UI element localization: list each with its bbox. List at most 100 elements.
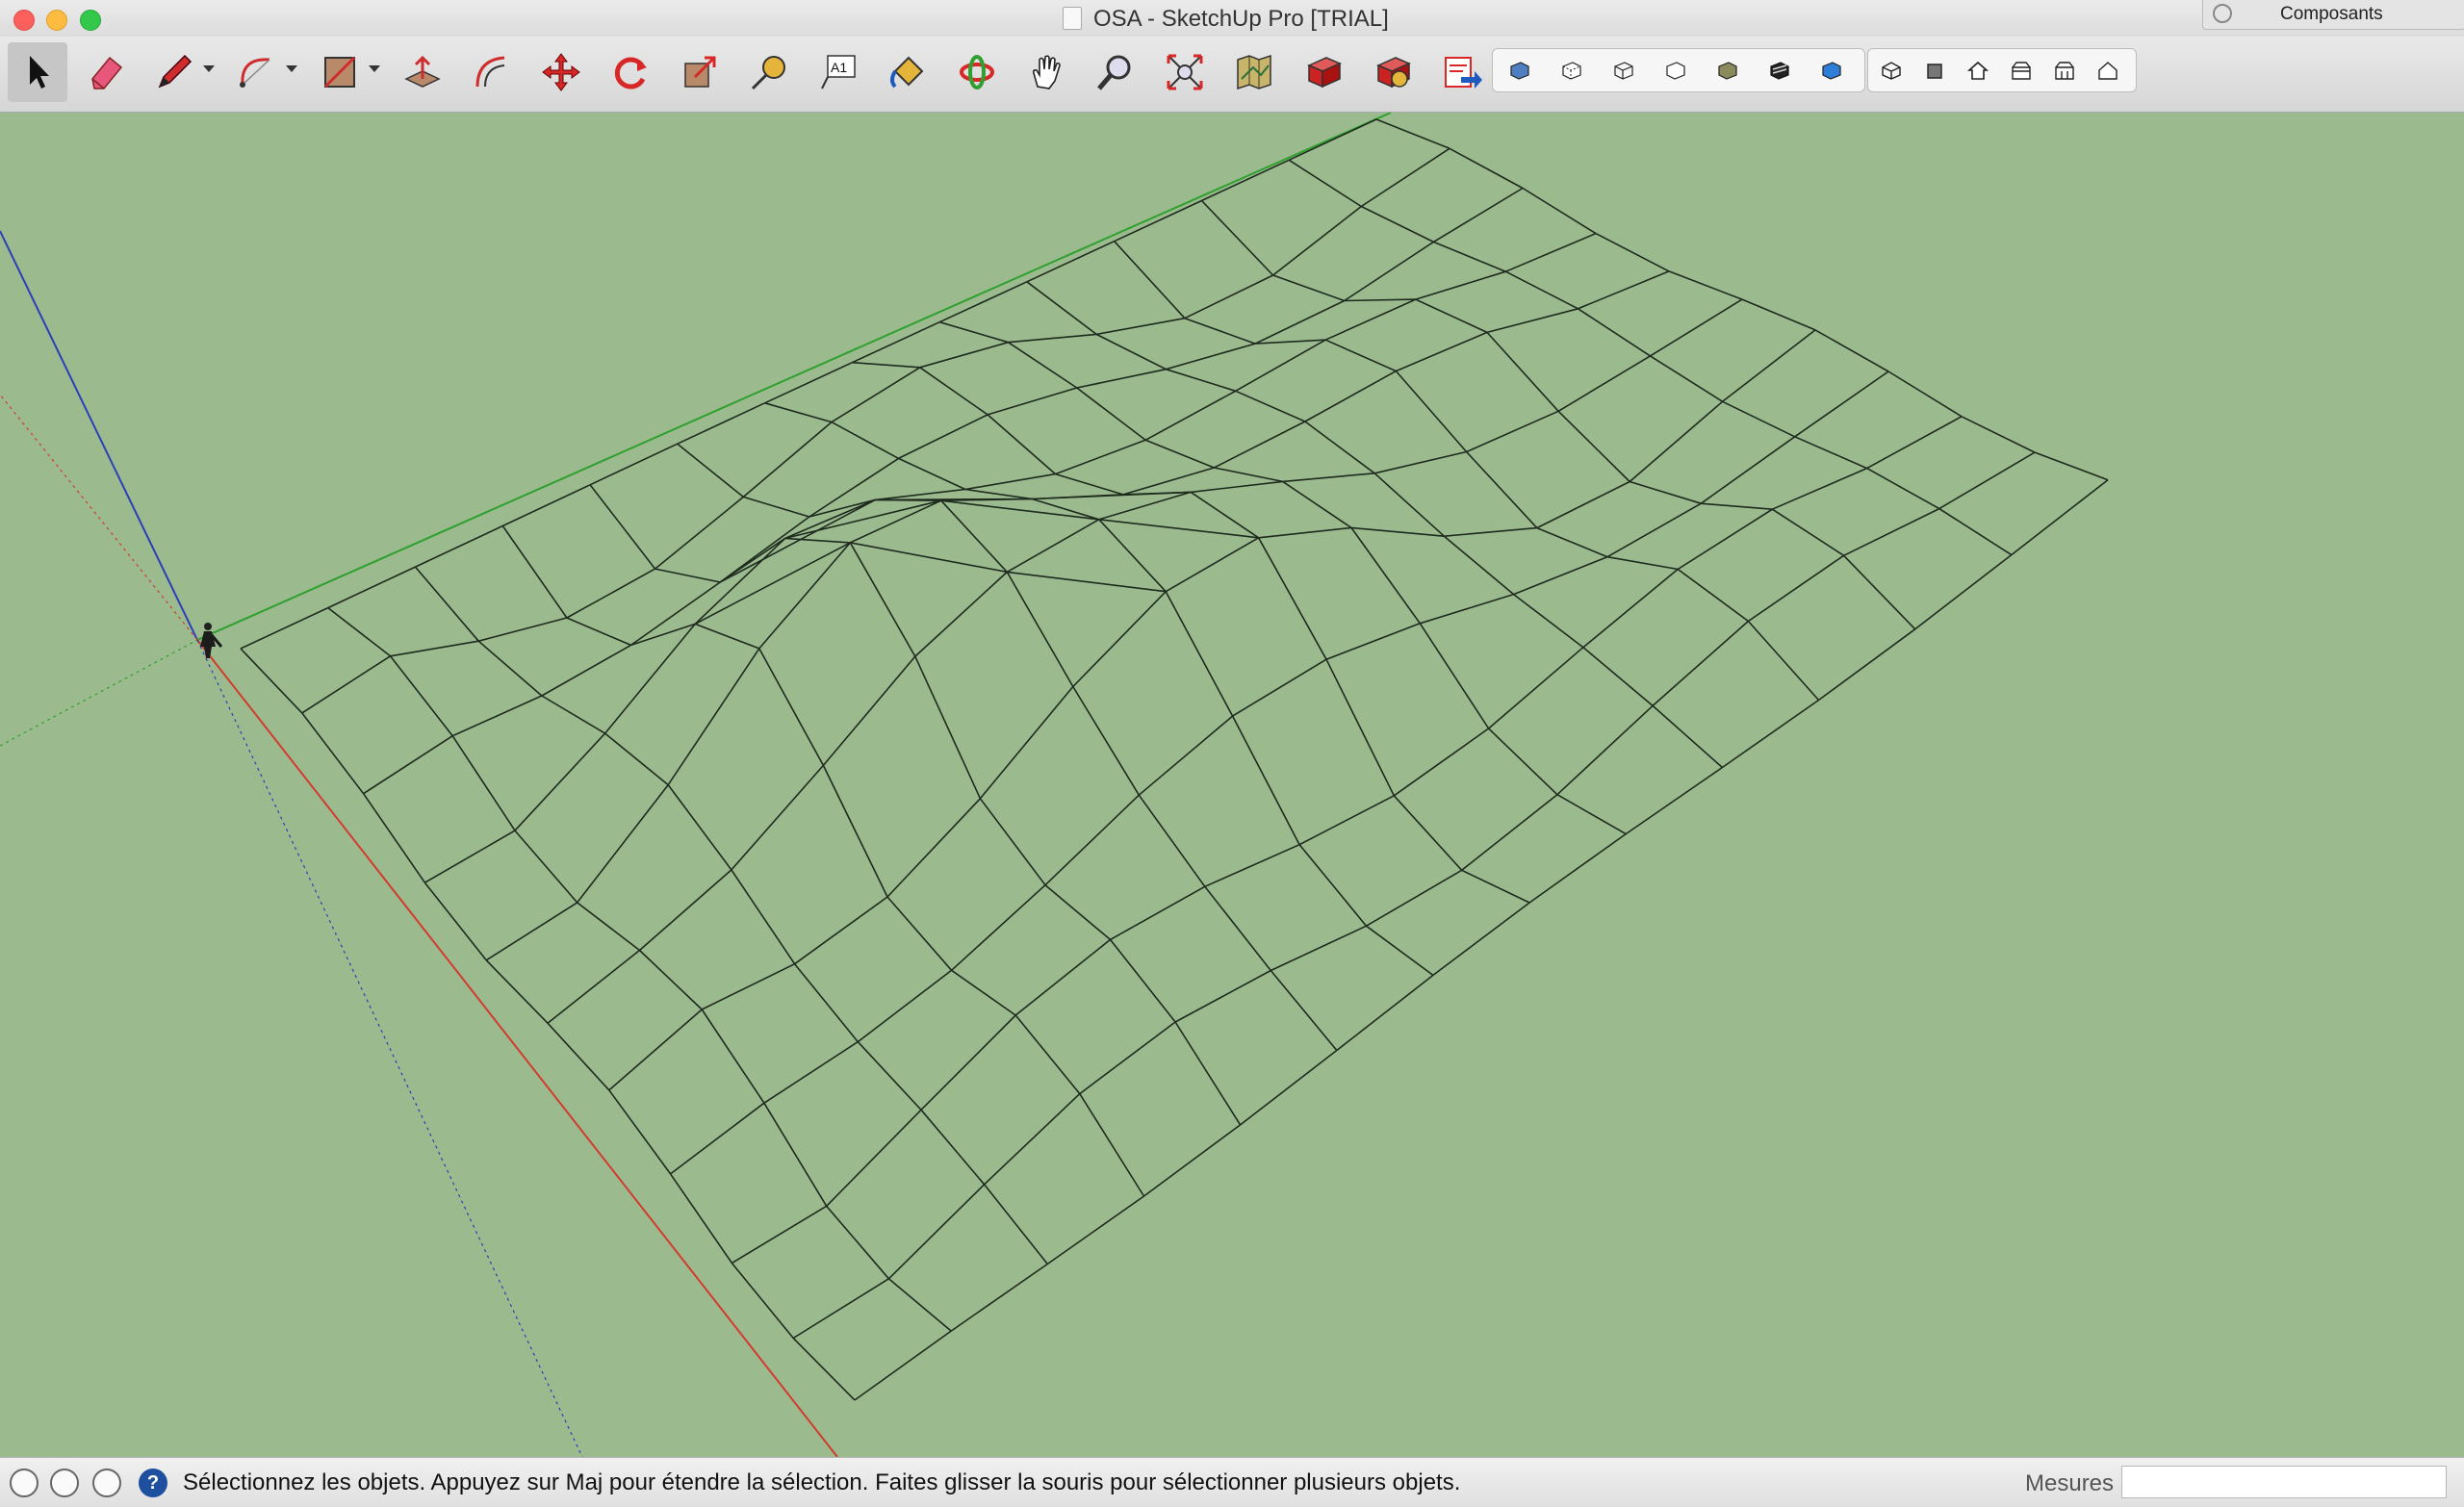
eraser-tool-button[interactable] bbox=[77, 42, 137, 102]
offset-tool-button[interactable] bbox=[462, 42, 522, 102]
paint-bucket-icon bbox=[890, 56, 924, 89]
mesh-edge bbox=[1257, 537, 1327, 660]
add-location-tool-button[interactable] bbox=[1224, 42, 1284, 102]
mesh-edge bbox=[1138, 794, 1206, 887]
mesh-edge bbox=[327, 606, 391, 657]
styles-toolbar bbox=[1492, 48, 1865, 92]
3d-warehouse-tool-button[interactable] bbox=[1294, 42, 1353, 102]
mesh-edge bbox=[1007, 571, 1167, 593]
rectangle-tool-button[interactable] bbox=[310, 42, 370, 102]
mesh-edge bbox=[826, 1205, 890, 1280]
right-view-button[interactable] bbox=[2004, 53, 2039, 88]
rotate-tool-button[interactable] bbox=[601, 42, 660, 102]
mesh-edge bbox=[1794, 370, 1889, 438]
credits-status-icon[interactable] bbox=[50, 1469, 79, 1497]
x-ray-style-button[interactable] bbox=[1502, 53, 1537, 88]
panel-close-icon[interactable] bbox=[2213, 4, 2232, 23]
mesh-edge bbox=[654, 496, 744, 570]
red-axis-line bbox=[196, 639, 838, 1458]
mesh-edge bbox=[1557, 355, 1651, 412]
mesh-edge bbox=[1432, 902, 1530, 977]
select-tool-button[interactable] bbox=[8, 42, 67, 102]
mesh-edge bbox=[541, 695, 606, 734]
mesh-edge bbox=[763, 1102, 828, 1207]
iso-view-button[interactable] bbox=[1874, 53, 1909, 88]
mesh-edge bbox=[1794, 436, 1868, 470]
mesh-edge bbox=[987, 387, 1078, 416]
pan-tool-button[interactable] bbox=[1016, 42, 1076, 102]
back-edges-style-button[interactable] bbox=[1554, 53, 1589, 88]
tape-measure-icon bbox=[751, 56, 785, 90]
mesh-edge bbox=[363, 735, 453, 795]
back-view-button[interactable] bbox=[2047, 53, 2082, 88]
top-view-button[interactable] bbox=[1917, 53, 1952, 88]
push-pull-icon bbox=[404, 55, 441, 88]
zoom-extents-tool-button[interactable] bbox=[1155, 42, 1215, 102]
mesh-edge bbox=[1466, 410, 1559, 453]
mesh-edge bbox=[501, 484, 591, 527]
monochrome-style-button[interactable] bbox=[1814, 53, 1849, 88]
arc-tool-button[interactable] bbox=[227, 42, 287, 102]
mesh-edge bbox=[604, 732, 669, 786]
text-icon: A1 bbox=[821, 55, 856, 89]
mesh-edge bbox=[1650, 355, 1724, 402]
mesh-edge bbox=[758, 542, 851, 650]
mesh-edge bbox=[654, 568, 721, 583]
shaded-textures-style-button[interactable] bbox=[1762, 53, 1797, 88]
shaded-style-button[interactable] bbox=[1710, 53, 1745, 88]
mesh-edge bbox=[979, 685, 1074, 800]
mesh-edge bbox=[1814, 329, 1889, 372]
shaded-textures-style-icon bbox=[1770, 62, 1789, 80]
front-view-button[interactable] bbox=[1961, 53, 1995, 88]
mesh-edge bbox=[914, 655, 982, 800]
scale-tool-button[interactable] bbox=[670, 42, 730, 102]
user-account-icon[interactable] bbox=[92, 1469, 121, 1497]
views-toolbar bbox=[1867, 48, 2137, 92]
minimize-window-button[interactable] bbox=[46, 10, 67, 31]
close-window-button[interactable] bbox=[13, 10, 35, 31]
mesh-edge bbox=[477, 617, 568, 642]
maximize-window-button[interactable] bbox=[80, 10, 101, 31]
mesh-edge bbox=[1747, 554, 1845, 623]
mesh-edge bbox=[1324, 298, 1417, 341]
line-tool-button[interactable] bbox=[144, 42, 204, 102]
rectangle-dropdown-arrow-icon[interactable] bbox=[369, 65, 380, 72]
mesh-edge bbox=[390, 640, 479, 657]
mesh-edge bbox=[742, 421, 833, 498]
main-toolbar: A1 bbox=[0, 37, 2464, 113]
mesh-edge bbox=[485, 902, 578, 961]
left-view-button[interactable] bbox=[2091, 53, 2125, 88]
extension-warehouse-tool-button[interactable] bbox=[1363, 42, 1423, 102]
mesh-edge bbox=[1366, 869, 1463, 927]
mesh-edge bbox=[1393, 728, 1490, 797]
hidden-line-style-button[interactable] bbox=[1658, 53, 1693, 88]
measurements-input[interactable] bbox=[2121, 1466, 2447, 1498]
text-tool-button[interactable]: A1 bbox=[808, 42, 868, 102]
mesh-edge bbox=[1032, 491, 1192, 500]
line-dropdown-arrow-icon[interactable] bbox=[203, 65, 215, 72]
mesh-edge bbox=[547, 1022, 610, 1091]
push-pull-tool-button[interactable] bbox=[393, 42, 452, 102]
zoom-tool-button[interactable] bbox=[1086, 42, 1145, 102]
paint-bucket-tool-button[interactable] bbox=[878, 42, 937, 102]
send-to-layout-tool-button[interactable] bbox=[1432, 42, 1492, 102]
orbit-tool-button[interactable] bbox=[947, 42, 1007, 102]
tape-measure-tool-button[interactable] bbox=[739, 42, 799, 102]
components-panel-tab[interactable]: Composants bbox=[2202, 0, 2464, 30]
mesh-edge bbox=[1444, 526, 1537, 537]
mesh-edge bbox=[1110, 885, 1206, 941]
mesh-edge bbox=[1461, 794, 1558, 871]
mesh-edge bbox=[898, 414, 988, 460]
mesh-edge bbox=[920, 1109, 986, 1186]
model-viewport[interactable] bbox=[0, 112, 2464, 1458]
help-icon[interactable]: ? bbox=[139, 1469, 167, 1497]
mesh-edge bbox=[854, 1330, 952, 1401]
wireframe-style-button[interactable] bbox=[1606, 53, 1641, 88]
status-message: Sélectionnez les objets. Appuyez sur Maj… bbox=[183, 1469, 1461, 1495]
measurements-label: Mesures bbox=[2025, 1470, 2115, 1496]
geolocation-status-icon[interactable] bbox=[10, 1469, 38, 1497]
arc-dropdown-arrow-icon[interactable] bbox=[286, 65, 297, 72]
move-tool-button[interactable] bbox=[531, 42, 591, 102]
mesh-edge bbox=[1204, 885, 1271, 971]
mesh-edge bbox=[1629, 400, 1724, 483]
